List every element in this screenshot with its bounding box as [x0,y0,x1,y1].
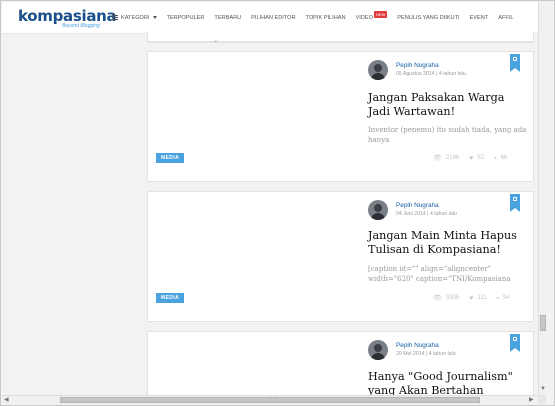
article-card[interactable]: Pepih Nugraha 05 Agustus 2014 | 4 tahun … [147,51,534,182]
article-card[interactable]: Pepih Nugraha 04 Juni 2014 | 4 tahun lal… [147,191,534,322]
eye-icon: 👁 [433,155,442,162]
author-avatar[interactable] [368,200,388,220]
chevron-down-icon: ⌄ [213,38,219,44]
article-excerpt: Inventor (penemu) itu sudah tiada, yang … [368,126,527,144]
menu-penulis-diikuti[interactable]: PENULIS YANG DIIKUTI [397,15,459,21]
chevron-down-icon [152,16,157,19]
comments-count: 94 [503,295,510,301]
menu-kategori[interactable]: KATEGORI [112,15,157,21]
comment-icon: ▪ [494,154,497,162]
heart-icon: ♥ [469,154,474,162]
article-excerpt: [caption id="" align="aligncenter" width… [368,265,511,283]
article-date: 04 Juni 2014 | 4 tahun lalu [396,211,457,217]
menu-affil[interactable]: AFFIL [498,15,513,21]
menu-terpopuler[interactable]: TERPOPULER [167,15,205,21]
views-count: 3305 [445,295,460,301]
likes-stat[interactable]: ♥ 52 [469,155,484,162]
likes-stat[interactable]: ♥ 111 [469,295,486,302]
likes-count: 111 [477,295,487,301]
author-name[interactable]: Pepih Nugraha [396,342,439,349]
article-stats: 👁 3305 ♥ 111 ▪ 94 [433,294,520,303]
scroll-right-arrow-icon[interactable]: ▶ [529,396,534,403]
top-navbar: kompasiana Beyond Blogging KATEGORI TERP… [2,2,538,34]
scrollbar-corner [538,395,546,404]
menu-video[interactable]: VIDEO NEW [355,11,388,21]
eye-icon: 👁 [433,295,442,302]
previous-article-card [147,31,534,43]
scroll-left-arrow-icon[interactable]: ◀ [4,396,9,403]
article-title[interactable]: Jangan Paksakan Warga Jadi Wartawan! [368,91,528,119]
vertical-scrollbar[interactable]: ▼ [538,2,546,395]
bookmark-icon[interactable] [510,194,520,212]
article-title[interactable]: Hanya "Good Journalism" yang Akan Bertah… [368,370,528,398]
article-date: 20 Mei 2014 | 4 tahun lalu [396,351,456,357]
likes-count: 52 [477,155,485,161]
comment-icon: ▪ [496,294,500,302]
article-stats: 👁 2198 ♥ 52 ▪ 68 [433,154,517,163]
menu-kategori-label: KATEGORI [121,14,150,21]
vertical-scroll-thumb[interactable] [540,315,546,331]
menu-topik-pilihan[interactable]: TOPIK PILIHAN [306,15,346,21]
new-badge: NEW [373,11,388,18]
menu-pilihan-editor[interactable]: PILIHAN EDITOR [251,15,295,21]
views-count: 2198 [445,155,460,161]
hamburger-icon [112,15,118,20]
menu-terbaru[interactable]: TERBARU [214,15,241,21]
bookmark-icon[interactable] [510,54,520,72]
author-avatar[interactable] [368,340,388,360]
bookmark-icon[interactable] [510,334,520,352]
grip-icon: ⋮⋮ [268,396,278,402]
comments-stat[interactable]: ▪ 94 [497,295,510,302]
logo-tagline: Beyond Blogging [62,23,100,29]
category-tag[interactable]: MEDIA [156,153,185,163]
card-divider [148,41,533,42]
menu-event[interactable]: EVENT [470,15,489,21]
browser-viewport: kompasiana Beyond Blogging KATEGORI TERP… [0,0,555,406]
comments-stat[interactable]: ▪ 68 [494,155,507,162]
author-avatar[interactable] [368,60,388,80]
article-card[interactable]: Pepih Nugraha 20 Mei 2014 | 4 tahun lalu… [147,331,534,401]
article-title[interactable]: Jangan Main Minta Hapus Tulisan di Kompa… [368,229,528,257]
horizontal-scrollbar[interactable]: ◀ ⋮⋮ ▶ [2,395,538,404]
author-name[interactable]: Pepih Nugraha [396,202,439,209]
heart-icon: ♥ [469,294,474,302]
category-tag[interactable]: MEDIA [156,293,185,303]
author-name[interactable]: Pepih Nugraha [396,62,439,69]
article-date: 05 Agustus 2014 | 4 tahun lalu [396,71,466,77]
views-stat: 👁 3305 [433,294,459,302]
menu-video-label: VIDEO [355,14,373,21]
main-menu: KATEGORI TERPOPULER TERBARU PILIHAN EDIT… [112,11,523,21]
views-stat: 👁 2198 [433,154,459,162]
comments-count: 68 [500,155,508,161]
scroll-down-arrow-icon[interactable]: ▼ [540,386,546,392]
